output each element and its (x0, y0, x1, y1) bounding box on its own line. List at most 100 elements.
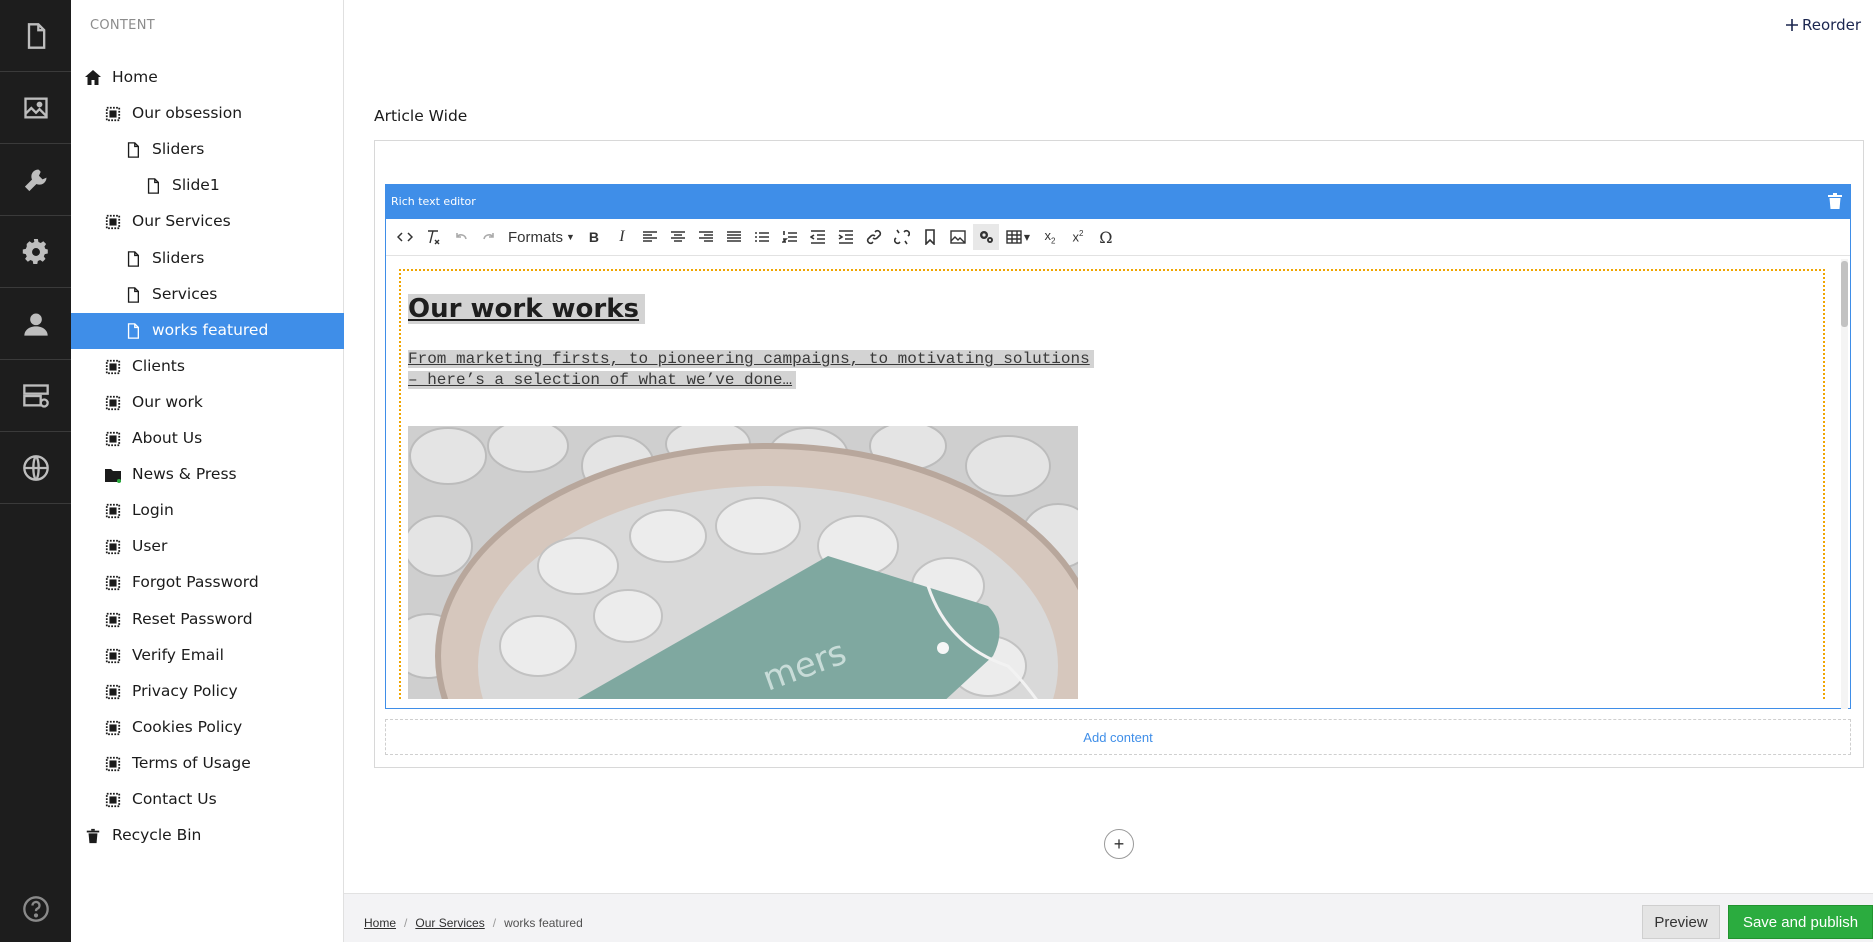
page-grid-icon (104, 394, 122, 412)
rail-media[interactable] (0, 72, 71, 144)
tree-item-our-services[interactable]: Our Services (71, 204, 344, 240)
page-grid-icon (104, 791, 122, 809)
rail-translation[interactable] (0, 432, 71, 504)
tree-item-label: Slide1 (172, 176, 220, 195)
rail-settings[interactable] (0, 144, 71, 216)
tree-item-terms-of-usage[interactable]: Terms of Usage (71, 746, 344, 782)
tree-item-label: Reset Password (132, 609, 253, 628)
italic-button[interactable]: I (609, 224, 635, 250)
formats-dropdown[interactable]: Formats ▼ (504, 224, 579, 250)
tree-item-news-press[interactable]: News & Press (71, 457, 344, 493)
tree-item-sliders[interactable]: Sliders (71, 241, 344, 277)
tree-item-cookies-policy[interactable]: Cookies Policy (71, 710, 344, 746)
help-icon (22, 896, 49, 922)
breadcrumb: Home / Our Services / works featured (364, 916, 583, 930)
breadcrumb-home[interactable]: Home (364, 916, 396, 930)
add-content-button[interactable]: Add content (385, 719, 1851, 755)
indent-button[interactable] (833, 224, 859, 250)
page-grid-icon (104, 683, 122, 701)
undo-button[interactable] (448, 224, 474, 250)
align-center-button[interactable] (665, 224, 691, 250)
tree-item-user[interactable]: User (71, 529, 344, 565)
reorder-button[interactable]: Reorder (1786, 16, 1861, 34)
tree-item-label: Clients (132, 356, 185, 375)
tree-item-slide1[interactable]: Slide1 (71, 168, 344, 204)
plus-icon: + (1113, 833, 1125, 854)
add-row-button[interactable]: + (1104, 829, 1134, 859)
breadcrumb-our-services[interactable]: Our Services (415, 916, 484, 930)
insert-macro-button[interactable] (972, 224, 999, 250)
tree-item-label: Our Services (132, 212, 231, 231)
delete-control-button[interactable] (1828, 193, 1842, 212)
special-char-button[interactable]: Ω (1093, 224, 1119, 250)
tree-item-reset-password[interactable]: Reset Password (71, 602, 344, 638)
tree-item-works-featured[interactable]: works featured (71, 312, 344, 349)
editor-canvas[interactable]: Our work works From marketing firsts, to… (399, 269, 1825, 699)
tree-item-forgot-password[interactable]: Forgot Password (71, 565, 344, 601)
insert-image-button[interactable] (945, 224, 971, 250)
undo-icon (456, 233, 467, 240)
clear-format-button[interactable] (420, 224, 446, 250)
media-icon (23, 97, 48, 118)
bullet-list-button[interactable] (749, 224, 775, 250)
rail-help[interactable] (0, 876, 71, 942)
tree-item-privacy-policy[interactable]: Privacy Policy (71, 674, 344, 710)
align-justify-button[interactable] (721, 224, 747, 250)
tree-item-label: Sliders (152, 248, 205, 267)
bold-button[interactable]: B (581, 224, 607, 250)
clear-format-icon (428, 230, 440, 245)
numbered-list-button[interactable] (777, 224, 803, 250)
align-left-icon (642, 231, 657, 242)
tree-item-clients[interactable]: Clients (71, 349, 344, 385)
redo-icon (483, 233, 494, 240)
source-code-button[interactable] (392, 224, 418, 250)
macro-gear-icon (979, 231, 993, 243)
save-and-publish-button[interactable]: Save and publish (1728, 905, 1873, 939)
unlink-icon (893, 229, 910, 245)
code-icon (397, 232, 413, 242)
section-title: Article Wide (374, 107, 468, 125)
unlink-button[interactable] (889, 224, 915, 250)
page-grid-icon (104, 647, 122, 665)
rail-content[interactable] (0, 0, 71, 72)
tree-item-sliders[interactable]: Sliders (71, 132, 344, 168)
tree-item-home[interactable]: Home (71, 60, 344, 96)
table-dropdown[interactable]: ▼ (1001, 224, 1035, 250)
tree-item-recycle-bin[interactable]: Recycle Bin (71, 818, 344, 854)
scrollbar-thumb[interactable] (1841, 261, 1848, 327)
tree-item-contact-us[interactable]: Contact Us (71, 782, 344, 818)
rail-developer[interactable] (0, 216, 71, 288)
tree-item-verify-email[interactable]: Verify Email (71, 638, 344, 674)
rich-text-editor[interactable]: Rich text editor Formats ▼ B I ▼ x2 x2 Ω… (385, 184, 1851, 709)
forms-icon (22, 383, 49, 408)
document-icon (124, 286, 142, 304)
article-image[interactable]: mers (408, 426, 1078, 699)
caret-down-icon: ▼ (566, 232, 575, 242)
align-left-button[interactable] (637, 224, 663, 250)
rail-users[interactable] (0, 288, 71, 360)
app: CONTENT Home Our obsession Sliders Slide1 Ou… (0, 0, 1873, 942)
tree-item-label: Recycle Bin (112, 826, 202, 845)
article-intro[interactable]: From marketing firsts, to pioneering cam… (408, 349, 1094, 391)
subscript-button[interactable]: x2 (1037, 224, 1063, 250)
superscript-button[interactable]: x2 (1065, 224, 1091, 250)
editor-scrollbar[interactable] (1841, 259, 1848, 709)
tree-item-our-work[interactable]: Our work (71, 385, 344, 421)
page-grid-icon (104, 502, 122, 520)
tree-item-label: Our work (132, 392, 203, 411)
tree-item-label: Verify Email (132, 645, 224, 664)
rail-forms[interactable] (0, 360, 71, 432)
tree-item-services[interactable]: Services (71, 277, 344, 313)
tree-item-about-us[interactable]: About Us (71, 421, 344, 457)
redo-button[interactable] (476, 224, 502, 250)
tree-item-login[interactable]: Login (71, 493, 344, 529)
article-heading[interactable]: Our work works (408, 294, 646, 324)
page-grid-icon (104, 719, 122, 737)
outdent-button[interactable] (805, 224, 831, 250)
align-right-button[interactable] (693, 224, 719, 250)
tree-item-our-obsession[interactable]: Our obsession (71, 96, 344, 132)
anchor-button[interactable] (917, 224, 943, 250)
link-button[interactable] (861, 224, 887, 250)
preview-button[interactable]: Preview (1642, 905, 1720, 939)
bullet-list-icon (754, 232, 769, 242)
